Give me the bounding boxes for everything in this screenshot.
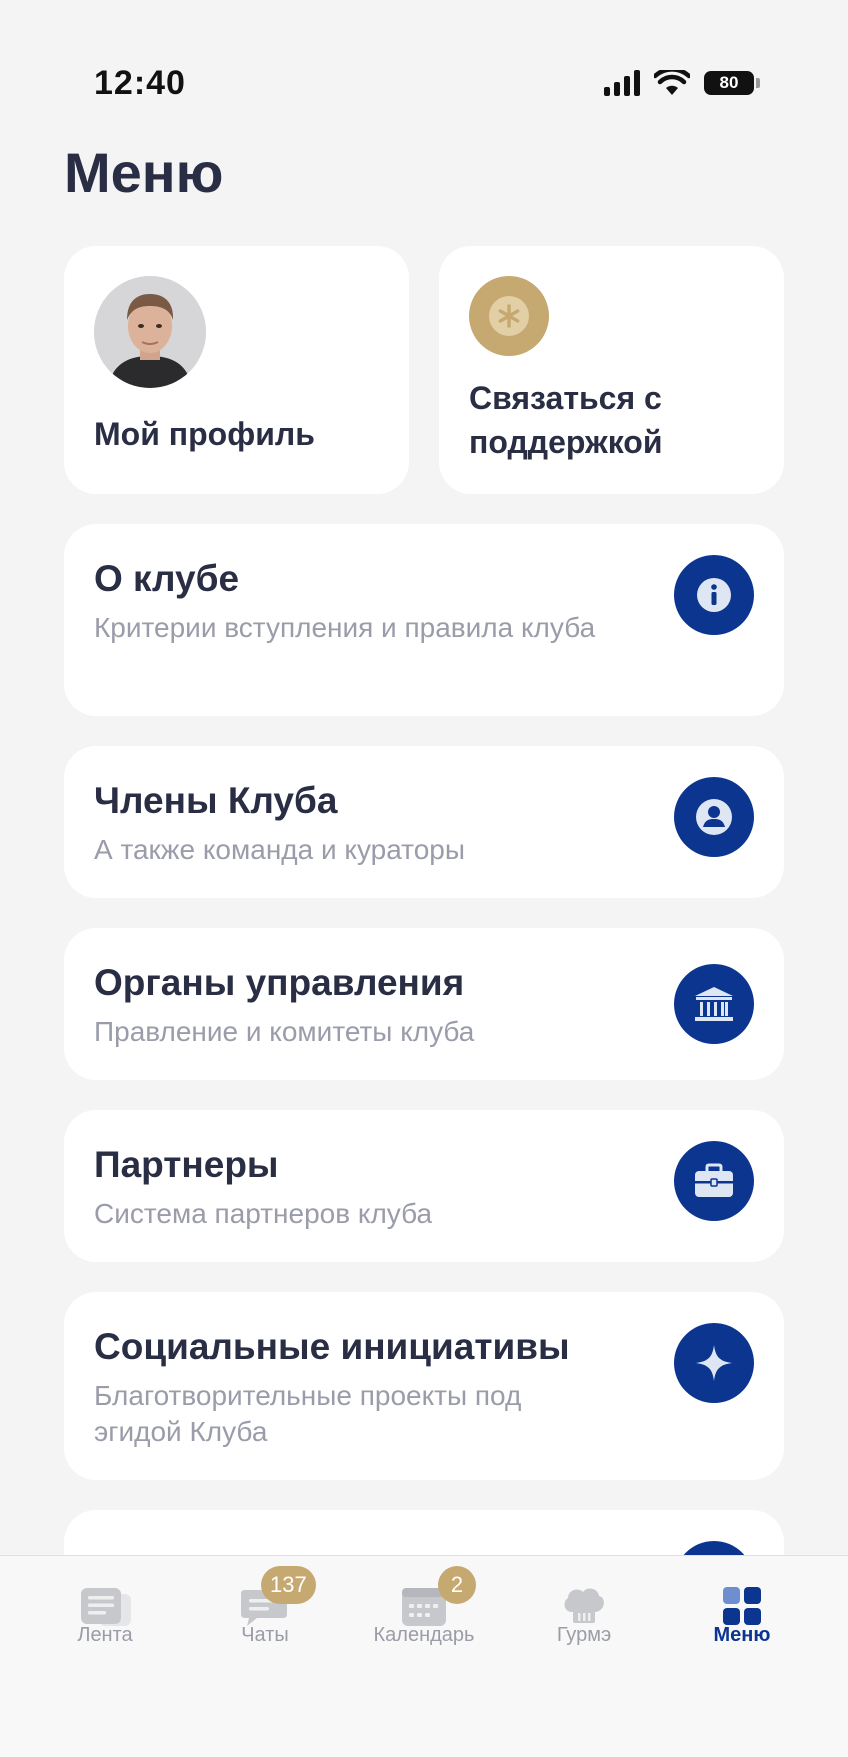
info-icon <box>674 555 754 635</box>
card-title: Органы управления <box>94 962 465 1003</box>
tab-calendar[interactable]: 2 Календарь <box>344 1556 504 1676</box>
tab-label: Чаты <box>241 1624 289 1646</box>
cellular-signal-icon <box>604 70 640 96</box>
tab-menu[interactable]: Меню <box>662 1556 822 1676</box>
status-bar: 12:40 80 <box>0 0 848 120</box>
wifi-icon <box>654 70 690 95</box>
governance-card[interactable]: Органы управления Правление и комитеты к… <box>64 928 784 1080</box>
social-initiatives-card[interactable]: Социальные инициативы Благотворительные … <box>64 1292 784 1480</box>
card-subtitle: Благотворительные проекты под эгидой Клу… <box>94 1380 522 1448</box>
card-title: Партнеры <box>94 1144 279 1185</box>
contact-support-tile[interactable]: Связаться с поддержкой <box>439 246 784 494</box>
sparkle-icon <box>674 1323 754 1403</box>
asterisk-icon <box>469 276 549 356</box>
my-profile-label: Мой профиль <box>94 416 315 452</box>
tab-label: Календарь <box>373 1624 475 1646</box>
card-subtitle: А также команда и кураторы <box>94 834 465 865</box>
tab-label: Гурмэ <box>556 1624 612 1646</box>
chats-unread-badge: 137 <box>261 1566 316 1604</box>
club-members-card[interactable]: Члены Клуба А также команда и кураторы <box>64 746 784 898</box>
card-subtitle: Система партнеров клуба <box>94 1198 433 1229</box>
status-icons: 80 <box>604 70 760 96</box>
card-subtitle: Критерии вступления и правила клуба <box>94 612 596 643</box>
tab-label: Меню <box>713 1624 771 1646</box>
calendar-events-badge: 2 <box>438 1566 476 1604</box>
status-time: 12:40 <box>94 64 186 102</box>
briefcase-icon <box>674 1141 754 1221</box>
card-subtitle: Правление и комитеты клуба <box>94 1016 475 1047</box>
tab-chats[interactable]: 137 Чаты <box>185 1556 345 1676</box>
chef-hat-icon <box>554 1584 614 1628</box>
page-title: Меню <box>64 141 224 204</box>
my-profile-tile[interactable]: Мой профиль <box>64 246 409 494</box>
card-title: О клубе <box>94 558 240 599</box>
about-club-card[interactable]: О клубе Критерии вступления и правила кл… <box>64 524 784 716</box>
tab-gourmet[interactable]: Гурмэ <box>504 1556 664 1676</box>
tab-label: Лента <box>77 1624 133 1646</box>
building-columns-icon <box>674 964 754 1044</box>
card-title: Социальные инициативы <box>94 1326 570 1367</box>
avatar <box>94 276 206 388</box>
partners-card[interactable]: Партнеры Система партнеров клуба <box>64 1110 784 1262</box>
bottom-tab-bar: Лента 137 Чаты 2 Календарь Гурмэ Меню <box>0 1555 848 1757</box>
battery-level: 80 <box>704 71 754 95</box>
menu-grid-icon <box>712 1584 772 1628</box>
battery-icon: 80 <box>704 71 760 95</box>
card-title: Члены Клуба <box>94 780 338 821</box>
tab-feed[interactable]: Лента <box>25 1556 185 1676</box>
user-icon <box>674 777 754 857</box>
contact-support-label: Связаться с поддержкой <box>469 380 663 461</box>
feed-icon <box>75 1584 135 1628</box>
